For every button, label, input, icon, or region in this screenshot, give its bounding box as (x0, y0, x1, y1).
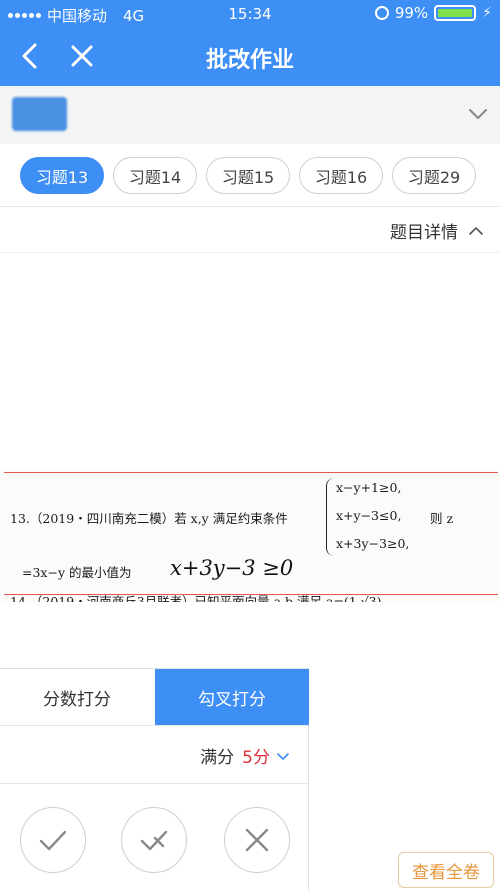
wrong-icon (245, 828, 269, 852)
chevron-up-icon (469, 226, 483, 235)
constraint-1: x−y+1≥0, (336, 480, 402, 495)
constraint-2: x+y−3≤0, (336, 508, 402, 523)
class-name-chip[interactable] (12, 97, 67, 131)
tab-exercise-15[interactable]: 习题15 (206, 157, 290, 194)
handwritten-answer: x+3y−3 ≥0 (170, 556, 294, 580)
mark-correct-button[interactable] (20, 807, 86, 873)
tab-exercise-16[interactable]: 习题16 (299, 157, 383, 194)
question-detail-toggle[interactable]: 题目详情 (390, 218, 484, 243)
question-detail-label: 题目详情 (390, 223, 458, 243)
divider (0, 783, 309, 784)
mark-wrong-button[interactable] (224, 807, 290, 873)
battery-percent: 99% (394, 4, 429, 22)
mark-half-correct-button[interactable] (121, 807, 187, 873)
tab-score-grading[interactable]: 分数打分 (0, 669, 154, 725)
nav-bar: 批改作业 (0, 28, 500, 86)
full-score-value: 5分 (242, 748, 270, 768)
exercise-tabs: 习题13 习题14 习题15 习题16 习题29 (0, 152, 500, 200)
battery-icon (434, 5, 477, 21)
top-bar: 中国移动 4G 15:34 99% ⚡ 批改作业 (0, 0, 500, 86)
tab-exercise-29[interactable]: 习题29 (392, 157, 476, 194)
chevron-down-icon[interactable] (466, 102, 490, 126)
full-score-label: 满分 (200, 748, 235, 768)
chevron-down-icon (277, 752, 289, 760)
page-title: 批改作业 (205, 48, 294, 73)
question-suffix: 则 z (430, 511, 454, 526)
grading-mode-tabs: 分数打分 勾叉打分 (0, 669, 309, 725)
question-image (0, 470, 500, 602)
divider (0, 206, 500, 207)
tab-exercise-14[interactable]: 习题14 (113, 157, 197, 194)
half-correct-icon (140, 830, 168, 851)
view-all-button[interactable]: 查看全卷 (398, 852, 494, 888)
question-line-1: 13.（2019・四川南充二模）若 x,y 满足约束条件 (10, 511, 288, 526)
full-score-selector[interactable]: 满分 5分 (200, 743, 290, 768)
grading-panel: 分数打分 勾叉打分 满分 5分 (0, 668, 309, 891)
divider (0, 725, 309, 726)
tab-check-cross-grading[interactable]: 勾叉打分 (155, 669, 309, 725)
status-bar: 中国移动 4G 15:34 99% ⚡ (0, 0, 500, 28)
crop-border-top (4, 472, 498, 473)
class-selector[interactable] (0, 86, 500, 144)
correct-icon (39, 830, 67, 851)
tab-exercise-13[interactable]: 习题13 (20, 157, 104, 194)
rotation-lock-icon (374, 6, 389, 20)
question-line-2: =3x−y 的最小值为 (22, 565, 132, 580)
divider (0, 252, 500, 253)
next-question-partial: 14.（2019・河南商丘3月联考）已知平面向量 a,b 满足 a=(1,√3)… (10, 594, 386, 602)
constraint-3: x+3y−3≥0, (336, 536, 410, 551)
charging-icon: ⚡ (482, 5, 492, 21)
